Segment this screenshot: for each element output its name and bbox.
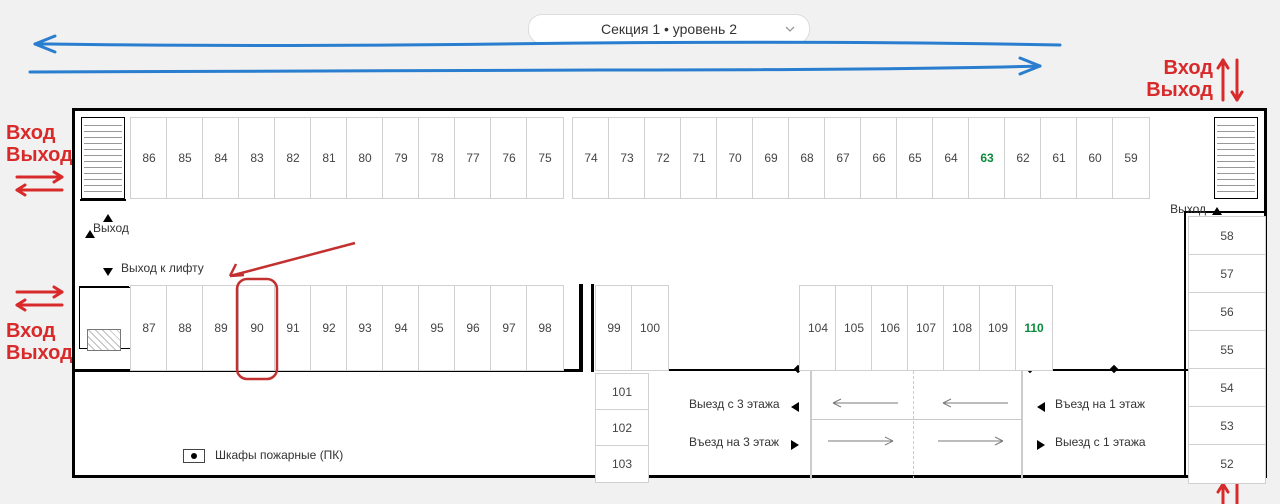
parking-space-75[interactable]: 75 bbox=[526, 117, 564, 199]
chevron-down-icon bbox=[785, 24, 795, 34]
parking-space-110[interactable]: 110 bbox=[1015, 285, 1053, 371]
ramp-label-out3: Выезд с 3 этажа bbox=[689, 397, 780, 411]
parking-space-62[interactable]: 62 bbox=[1004, 117, 1042, 199]
ramp-label-out1: Выезд с 1 этажа bbox=[1055, 435, 1146, 449]
parking-space-56[interactable]: 56 bbox=[1188, 292, 1266, 332]
parking-space-109[interactable]: 109 bbox=[979, 285, 1017, 371]
parking-space-91[interactable]: 91 bbox=[274, 285, 312, 371]
parking-space-71[interactable]: 71 bbox=[680, 117, 718, 199]
parking-space-57[interactable]: 57 bbox=[1188, 254, 1266, 294]
parking-space-54[interactable]: 54 bbox=[1188, 368, 1266, 408]
parking-space-89[interactable]: 89 bbox=[202, 285, 240, 371]
level-selector[interactable]: Секция 1 • уровень 2 bbox=[528, 14, 810, 44]
parking-space-107[interactable]: 107 bbox=[907, 285, 945, 371]
parking-space-80[interactable]: 80 bbox=[346, 117, 384, 199]
parking-space-87[interactable]: 87 bbox=[130, 285, 168, 371]
parking-space-99[interactable]: 99 bbox=[595, 285, 633, 371]
parking-space-95[interactable]: 95 bbox=[418, 285, 456, 371]
parking-space-104[interactable]: 104 bbox=[799, 285, 837, 371]
parking-space-108[interactable]: 108 bbox=[943, 285, 981, 371]
parking-space-66[interactable]: 66 bbox=[860, 117, 898, 199]
stair-exit-text-right: Выход bbox=[1170, 202, 1206, 216]
parking-space-55[interactable]: 55 bbox=[1188, 330, 1266, 370]
parking-space-82[interactable]: 82 bbox=[274, 117, 312, 199]
parking-space-92[interactable]: 92 bbox=[310, 285, 348, 371]
parking-space-106[interactable]: 106 bbox=[871, 285, 909, 371]
ramp-label-in1: Въезд на 1 этаж bbox=[1055, 397, 1145, 411]
parking-space-58[interactable]: 58 bbox=[1188, 216, 1266, 256]
annotation-entrance-topright-out: Выход bbox=[1146, 79, 1213, 101]
parking-space-93[interactable]: 93 bbox=[346, 285, 384, 371]
parking-space-70[interactable]: 70 bbox=[716, 117, 754, 199]
parking-space-72[interactable]: 72 bbox=[644, 117, 682, 199]
annotation-entrance-left1-in: Вход bbox=[6, 122, 55, 144]
level-selector-label: Секция 1 • уровень 2 bbox=[601, 21, 737, 37]
floor-plan: Выход Выход Выход к лифту Шкафы пожарные… bbox=[72, 108, 1267, 478]
parking-space-73[interactable]: 73 bbox=[608, 117, 646, 199]
ramp-label-in3: Въезд на 3 этаж bbox=[689, 435, 779, 449]
parking-space-81[interactable]: 81 bbox=[310, 117, 348, 199]
parking-space-53[interactable]: 53 bbox=[1188, 406, 1266, 446]
parking-space-63[interactable]: 63 bbox=[968, 117, 1006, 199]
parking-space-85[interactable]: 85 bbox=[166, 117, 204, 199]
parking-space-61[interactable]: 61 bbox=[1040, 117, 1078, 199]
parking-space-96[interactable]: 96 bbox=[454, 285, 492, 371]
parking-space-97[interactable]: 97 bbox=[490, 285, 528, 371]
parking-space-84[interactable]: 84 bbox=[202, 117, 240, 199]
parking-space-52[interactable]: 52 bbox=[1188, 444, 1266, 484]
parking-space-60[interactable]: 60 bbox=[1076, 117, 1114, 199]
parking-space-100[interactable]: 100 bbox=[631, 285, 669, 371]
parking-space-69[interactable]: 69 bbox=[752, 117, 790, 199]
parking-space-102[interactable]: 102 bbox=[595, 409, 649, 447]
legend-fire-cabinet: Шкафы пожарные (ПК) bbox=[215, 448, 343, 462]
parking-space-101[interactable]: 101 bbox=[595, 373, 649, 411]
parking-space-77[interactable]: 77 bbox=[454, 117, 492, 199]
entrance-arrows-bottomright bbox=[1215, 482, 1245, 504]
parking-space-103[interactable]: 103 bbox=[595, 445, 649, 483]
parking-space-65[interactable]: 65 bbox=[896, 117, 934, 199]
parking-space-94[interactable]: 94 bbox=[382, 285, 420, 371]
legend-icon-fire-cabinet bbox=[183, 449, 205, 463]
parking-space-78[interactable]: 78 bbox=[418, 117, 456, 199]
annotation-entrance-left1-out: Выход bbox=[6, 144, 73, 166]
annotation-entrance-left2-out: Выход bbox=[6, 342, 73, 364]
parking-space-83[interactable]: 83 bbox=[238, 117, 276, 199]
exit-to-lift-label: Выход к лифту bbox=[121, 261, 204, 275]
parking-space-76[interactable]: 76 bbox=[490, 117, 528, 199]
swap-arrows-left2 bbox=[12, 283, 67, 315]
parking-space-86[interactable]: 86 bbox=[130, 117, 168, 199]
parking-space-79[interactable]: 79 bbox=[382, 117, 420, 199]
swap-arrows-left1 bbox=[12, 168, 67, 200]
entrance-arrows-topright bbox=[1215, 55, 1245, 105]
annotation-entrance-topright-in: Вход bbox=[1164, 57, 1213, 79]
parking-space-59[interactable]: 59 bbox=[1112, 117, 1150, 199]
parking-space-88[interactable]: 88 bbox=[166, 285, 204, 371]
parking-space-98[interactable]: 98 bbox=[526, 285, 564, 371]
parking-space-68[interactable]: 68 bbox=[788, 117, 826, 199]
parking-space-64[interactable]: 64 bbox=[932, 117, 970, 199]
parking-space-74[interactable]: 74 bbox=[572, 117, 610, 199]
annotation-entrance-left2-in: Вход bbox=[6, 320, 55, 342]
parking-space-105[interactable]: 105 bbox=[835, 285, 873, 371]
parking-space-90[interactable]: 90 bbox=[238, 285, 276, 371]
parking-space-67[interactable]: 67 bbox=[824, 117, 862, 199]
